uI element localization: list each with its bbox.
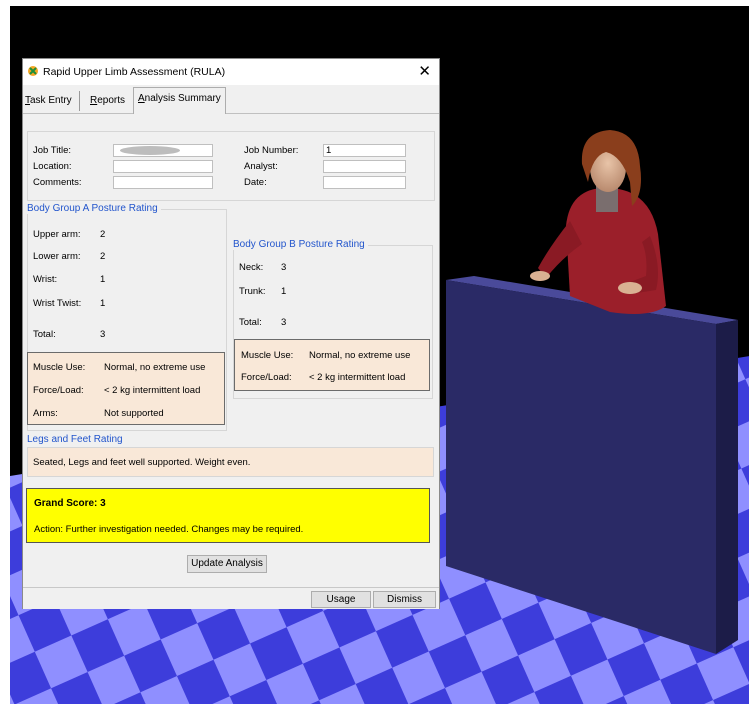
group-a-force-label: Force/Load: [33,385,84,396]
location-label: Location: [33,161,72,172]
wrist-score: 1 [100,274,106,285]
arms-label: Arms: [33,408,58,419]
group-b-title: Body Group B Posture Rating [233,239,368,250]
analyst-field [323,160,406,173]
rula-dialog: Rapid Upper Limb Assessment (RULA) ✕ Tas… [22,58,440,609]
job-title-field [113,144,213,157]
job-number-label: Job Number: [244,145,299,156]
redaction-blur [120,146,180,155]
group-a-title: Body Group A Posture Rating [27,203,161,214]
group-a-total-score: 3 [100,329,106,340]
job-title-label: Job Title: [33,145,72,156]
neck-label: Neck: [239,262,264,273]
grand-score-panel: Grand Score: 3 Action: Further investiga… [26,488,430,543]
group-b-force-label: Force/Load: [241,372,292,383]
dialog-title: Rapid Upper Limb Assessment (RULA) [43,66,226,78]
trunk-label: Trunk: [239,286,266,297]
trunk-score: 1 [281,286,287,297]
group-b-muscle-label: Muscle Use: [241,350,294,361]
group-b-muscle-value: Normal, no extreme use [309,350,411,361]
wrist-twist-label: Wrist Twist: [33,298,82,309]
dialog-bottom-bar: Usage Dismiss [23,587,439,609]
legs-title: Legs and Feet Rating [27,434,126,445]
grand-score: Grand Score: 3 [34,498,106,509]
group-b-force-value: < 2 kg intermittent load [309,372,406,383]
lower-arm-score: 2 [100,251,106,262]
group-a-total-label: Total: [33,329,56,340]
tab-divider [79,91,80,111]
3d-viewport[interactable]: Rapid Upper Limb Assessment (RULA) ✕ Tas… [10,6,749,704]
group-b-total-score: 3 [281,317,287,328]
wrist-twist-score: 1 [100,298,106,309]
group-a-muscle-label: Muscle Use: [33,362,86,373]
date-field [323,176,406,189]
upper-arm-label: Upper arm: [33,229,81,240]
dismiss-button[interactable]: Dismiss [373,591,436,608]
wrist-label: Wrist: [33,274,58,285]
group-a-factors-panel: Muscle Use: Normal, no extreme use Force… [27,352,225,425]
action-text: Action: Further investigation needed. Ch… [34,524,304,535]
location-field [113,160,213,173]
app-icon [28,66,38,76]
lower-arm-label: Lower arm: [33,251,81,262]
close-icon[interactable]: ✕ [418,62,431,80]
legs-panel: Seated, Legs and feet well supported. We… [27,447,434,477]
job-number-field: 1 [323,144,406,157]
tab-strip: Task Entry Reports Analysis Summary [23,85,439,114]
update-analysis-button[interactable]: Update Analysis [187,555,267,573]
tab-reports[interactable]: Reports [86,92,129,110]
comments-label: Comments: [33,177,82,188]
tab-analysis-summary[interactable]: Analysis Summary [133,87,226,114]
arms-value: Not supported [104,408,164,419]
comments-field [113,176,213,189]
analyst-label: Analyst: [244,161,278,172]
human-figure [530,130,666,314]
counter-side [716,320,738,654]
group-a-muscle-value: Normal, no extreme use [104,362,206,373]
tab-task-entry[interactable]: Task Entry [21,92,76,110]
legs-rating-text: Seated, Legs and feet well supported. We… [33,457,251,468]
dialog-titlebar: Rapid Upper Limb Assessment (RULA) ✕ [23,59,439,85]
group-b-factors-panel: Muscle Use: Normal, no extreme use Force… [234,339,430,391]
upper-arm-score: 2 [100,229,106,240]
date-label: Date: [244,177,267,188]
usage-button[interactable]: Usage [311,591,371,608]
neck-score: 3 [281,262,287,273]
tab-baseline [23,113,439,114]
group-a-force-value: < 2 kg intermittent load [104,385,201,396]
group-b-total-label: Total: [239,317,262,328]
